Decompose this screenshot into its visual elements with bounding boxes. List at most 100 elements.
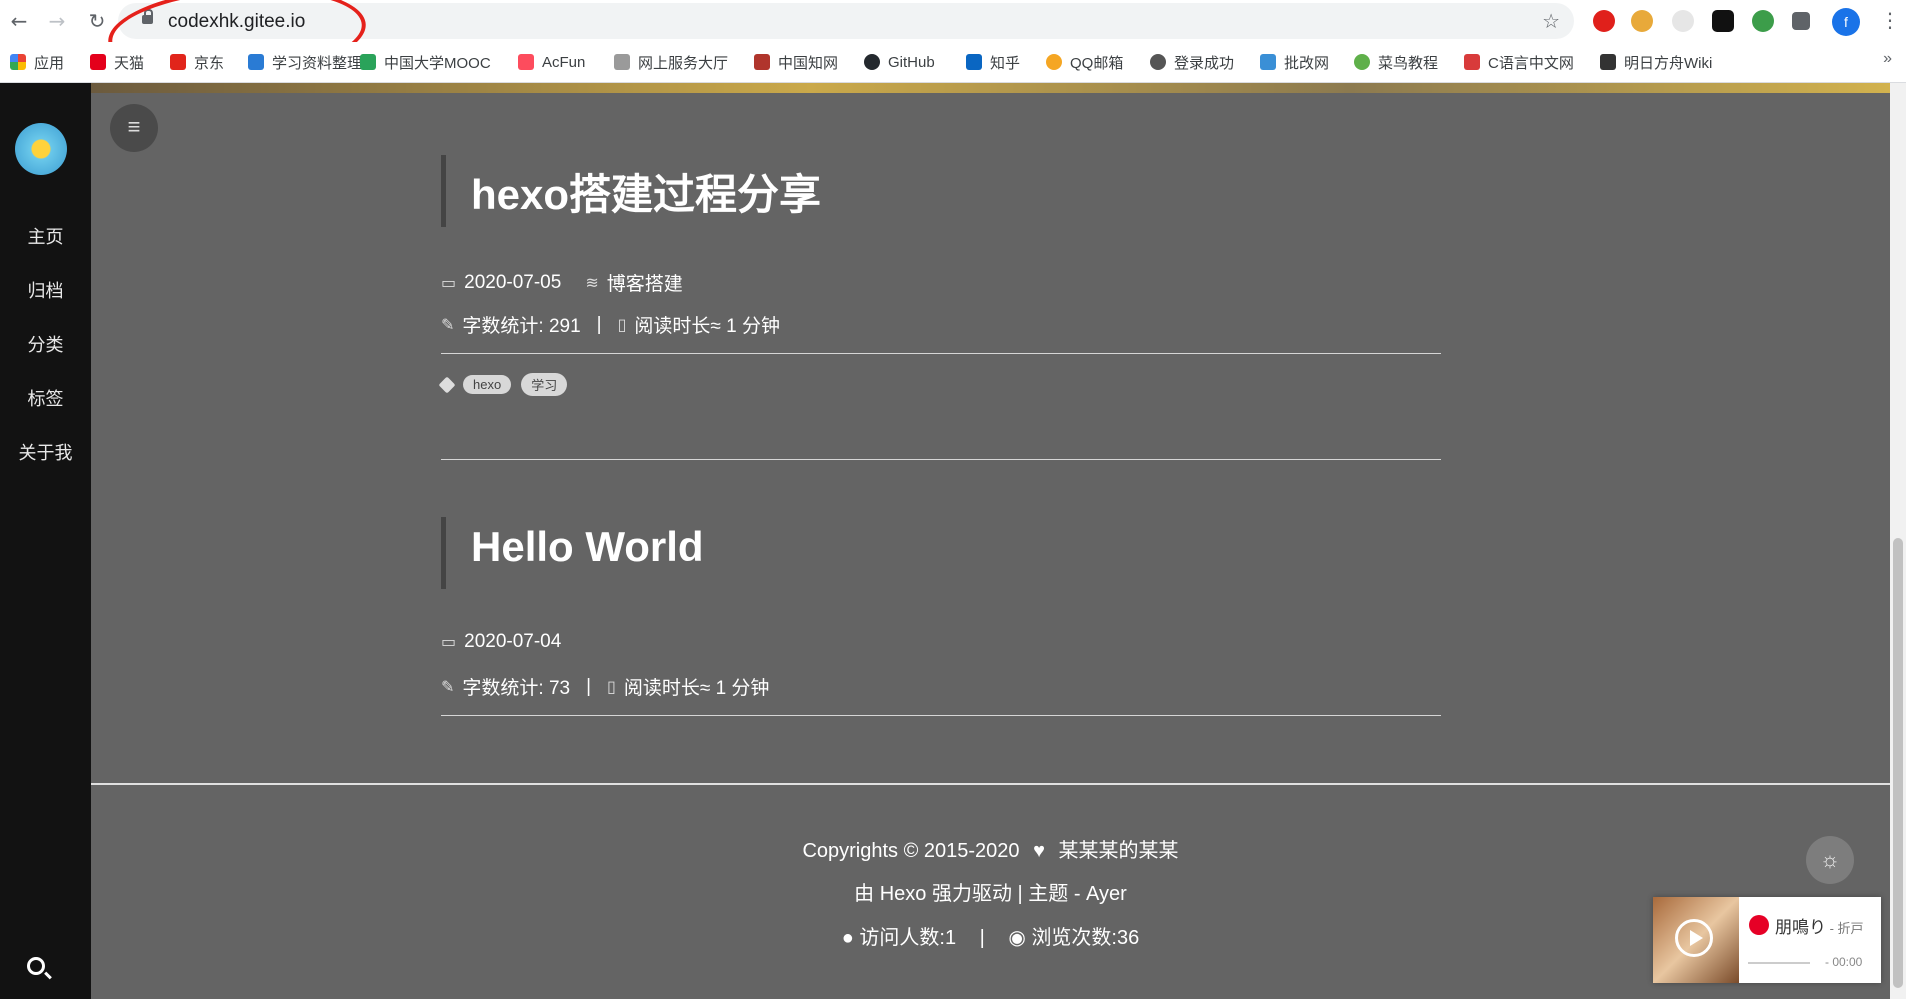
post-stats-row: ✎ 字数统计: 73 | ▯ 阅读时长≈ 1 分钟 <box>441 673 769 700</box>
bookmark-item[interactable]: AcFun <box>518 52 585 72</box>
eye-icon: ◉ <box>1008 927 1026 949</box>
bookmark-label: 中国大学MOOC <box>384 54 491 72</box>
puzzle-extensions-icon[interactable] <box>1792 12 1810 30</box>
post-date[interactable]: 2020-07-04 <box>464 631 561 653</box>
bookmark-label: 天猫 <box>114 54 145 72</box>
post-title[interactable]: Hello World <box>471 523 704 571</box>
song-artist: - 折戸 <box>1826 921 1864 936</box>
reload-icon[interactable]: ↻ <box>86 10 108 32</box>
bookmark-item[interactable]: 天猫 <box>90 52 144 72</box>
extension-icon[interactable] <box>1752 10 1774 32</box>
bookmark-item[interactable]: 知乎 <box>966 52 1020 72</box>
back-icon[interactable]: ← <box>8 10 30 32</box>
mooc-icon <box>360 54 376 70</box>
pigai-icon <box>1260 54 1276 70</box>
bookmark-label: 学习资料整理 <box>272 54 363 72</box>
menu-toggle-button[interactable]: ≡ <box>110 104 158 152</box>
music-player: 朋鳴り - 折戸 - 00:00 <box>1653 897 1881 983</box>
bookmark-label: 中国知网 <box>778 54 839 72</box>
bookmarks-bar: 应用 天猫 京东 学习资料整理 中国大学MOOC AcFun 网上服务大厅 中国… <box>0 42 1906 83</box>
visitor-count: 访问人数:1 <box>859 927 957 949</box>
bookmark-icon <box>248 54 264 70</box>
bookmark-item[interactable]: 明日方舟Wiki <box>1600 52 1712 72</box>
bookmark-label: C语言中文网 <box>1488 54 1574 72</box>
bookmark-label: 知乎 <box>990 54 1021 72</box>
scrollbar-thumb[interactable] <box>1893 538 1903 988</box>
c-biancheng-icon <box>1464 54 1480 70</box>
bookmark-item[interactable]: 中国大学MOOC <box>360 52 491 72</box>
bookmark-item[interactable]: 京东 <box>170 52 224 72</box>
sidebar-item-about[interactable]: 关于我 <box>0 439 91 465</box>
browser-toolbar: ← → ↻ codexhk.gitee.io ☆ f ⋮ <box>0 0 1906 87</box>
bookmark-item[interactable]: 学习资料整理 <box>248 52 362 72</box>
runoob-icon <box>1354 54 1370 70</box>
acfun-icon <box>518 54 534 70</box>
cnki-icon <box>754 54 770 70</box>
bookmark-item[interactable]: QQ邮箱 <box>1046 52 1123 72</box>
bookmarks-overflow-icon[interactable]: » <box>1883 50 1892 68</box>
zhihu-icon <box>966 54 982 70</box>
book-icon: ▯ <box>607 678 616 696</box>
footer-powered-by[interactable]: 由 Hexo 强力驱动 | 主题 - Ayer <box>91 877 1890 906</box>
bookmark-item[interactable]: 中国知网 <box>754 52 838 72</box>
bookmark-item[interactable]: C语言中文网 <box>1464 52 1574 72</box>
tag-study[interactable]: 学习 <box>521 373 568 396</box>
post-category[interactable]: 博客搭建 <box>607 269 683 296</box>
bookmark-label: 登录成功 <box>1174 54 1235 72</box>
bookmark-label: 网上服务大厅 <box>638 54 729 72</box>
bookmark-item[interactable]: 菜鸟教程 <box>1354 52 1438 72</box>
arknights-icon <box>1600 54 1616 70</box>
feather-icon: ✎ <box>441 678 455 696</box>
post-meta-row: ▭ 2020-07-04 <box>441 631 561 653</box>
extension-icon[interactable] <box>1712 10 1734 32</box>
qqmail-icon <box>1046 54 1062 70</box>
theme-toggle-button[interactable]: ☼ <box>1806 836 1854 884</box>
tag-hexo[interactable]: hexo <box>463 375 512 394</box>
extension-icon[interactable] <box>1672 10 1694 32</box>
calendar-icon: ▭ <box>441 274 457 292</box>
play-icon[interactable] <box>1675 919 1713 957</box>
extension-icon[interactable] <box>1631 10 1653 32</box>
profile-avatar[interactable]: f <box>1832 8 1860 36</box>
bookmark-item[interactable]: 批改网 <box>1260 52 1329 72</box>
adblock-extension-icon[interactable] <box>1593 10 1615 32</box>
title-accent-bar <box>441 155 446 227</box>
main-content: ≡ hexo搭建过程分享 ▭ 2020-07-05 ≋ 博客搭建 ✎ 字数统计:… <box>91 83 1890 999</box>
separator: | <box>586 675 592 697</box>
progress-bar[interactable] <box>1748 962 1810 964</box>
forward-icon[interactable]: → <box>46 10 68 32</box>
bookmark-item[interactable]: 网上服务大厅 <box>614 52 728 72</box>
word-count: 字数统计: 73 <box>462 678 571 699</box>
sidebar-item-tags[interactable]: 标签 <box>0 385 91 411</box>
tag-icon <box>438 376 456 393</box>
sidebar-item-categories[interactable]: 分类 <box>0 331 91 357</box>
word-count: 字数统计: 291 <box>462 316 581 337</box>
album-cover <box>1653 897 1739 983</box>
bookmark-star-icon[interactable]: ☆ <box>1542 9 1560 33</box>
bookmark-label: QQ邮箱 <box>1070 54 1124 72</box>
sidebar: 主页 归档 分类 标签 关于我 <box>0 83 91 999</box>
read-time: 阅读时长≈ 1 分钟 <box>623 678 770 699</box>
sidebar-item-home[interactable]: 主页 <box>0 223 91 249</box>
feather-icon: ✎ <box>441 316 455 334</box>
author-link[interactable]: 某某某的某某 <box>1059 840 1179 862</box>
bookmark-item[interactable]: GitHub <box>864 52 935 72</box>
bookmark-item[interactable]: 登录成功 <box>1150 52 1234 72</box>
footer-divider <box>91 783 1890 785</box>
post-stats-row: ✎ 字数统计: 291 | ▯ 阅读时长≈ 1 分钟 <box>441 311 780 338</box>
kebab-menu-icon[interactable]: ⋮ <box>1880 8 1900 32</box>
sidebar-item-archives[interactable]: 归档 <box>0 277 91 303</box>
divider <box>441 459 1441 460</box>
page-scrollbar[interactable] <box>1890 83 1906 999</box>
tmall-icon <box>90 54 106 70</box>
post-date[interactable]: 2020-07-05 <box>464 272 561 294</box>
github-icon <box>864 54 880 70</box>
song-title: 朋鳴り - 折戸 <box>1775 913 1864 938</box>
post-title[interactable]: hexo搭建过程分享 <box>471 161 821 222</box>
site-avatar[interactable] <box>15 123 67 175</box>
heart-icon: ♥ <box>1033 840 1045 862</box>
search-icon[interactable] <box>27 957 45 975</box>
banner-image-edge <box>91 83 1890 93</box>
bookmark-apps[interactable]: 应用 <box>10 52 64 72</box>
title-accent-bar <box>441 517 446 589</box>
